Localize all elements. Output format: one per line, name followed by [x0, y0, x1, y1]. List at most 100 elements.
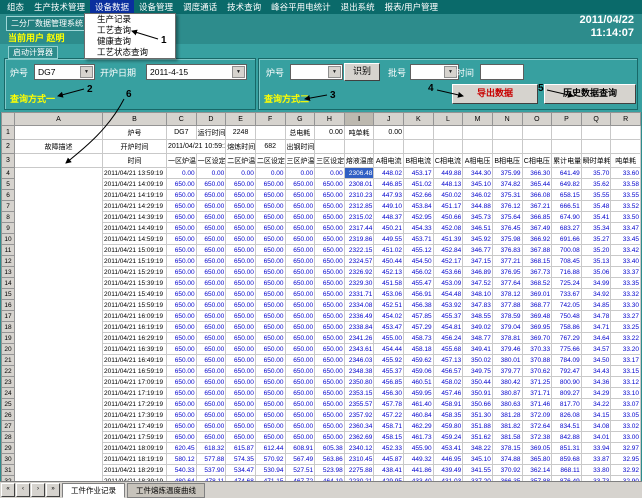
fault-desc-cell[interactable] — [15, 399, 103, 410]
data-cell[interactable]: 459.80 — [433, 421, 463, 432]
data-cell[interactable]: 351.30 — [463, 410, 493, 421]
fault-desc-cell[interactable] — [15, 366, 103, 377]
header-cell[interactable] — [255, 126, 285, 140]
data-cell[interactable]: 33.94 — [581, 443, 611, 454]
data-cell[interactable]: 380.42 — [492, 377, 522, 388]
data-cell[interactable]: 33.02 — [611, 421, 641, 432]
row-number[interactable]: 18 — [2, 322, 15, 333]
data-cell[interactable]: 455.12 — [404, 245, 434, 256]
data-cell[interactable]: 650.00 — [196, 322, 226, 333]
data-cell[interactable]: 370.33 — [522, 344, 552, 355]
data-cell[interactable]: 33.87 — [581, 454, 611, 465]
data-cell[interactable]: 33.52 — [611, 201, 641, 212]
dropdown-item-process-query[interactable]: 工艺查询 — [85, 25, 175, 36]
data-cell[interactable]: 620.45 — [167, 443, 197, 454]
row-number[interactable]: 9 — [2, 223, 15, 234]
data-cell[interactable]: 461.40 — [404, 399, 434, 410]
data-cell[interactable]: 451.17 — [433, 201, 463, 212]
data-cell[interactable]: 454.48 — [433, 289, 463, 300]
header-cell[interactable]: 二区炉温 — [226, 154, 256, 168]
data-cell[interactable]: 650.00 — [196, 245, 226, 256]
header-cell[interactable]: 2248 — [226, 126, 256, 140]
data-cell[interactable]: 650.00 — [315, 223, 345, 234]
data-cell[interactable]: 650.00 — [285, 245, 315, 256]
data-cell[interactable]: 33.42 — [611, 245, 641, 256]
data-cell[interactable]: 453.47 — [374, 322, 404, 333]
data-cell[interactable]: 456.38 — [404, 300, 434, 311]
data-cell[interactable]: 650.00 — [196, 388, 226, 399]
row-number[interactable]: 26 — [2, 410, 15, 421]
data-cell[interactable]: 650.00 — [255, 399, 285, 410]
data-cell[interactable]: 35.13 — [581, 256, 611, 267]
data-cell[interactable]: 650.00 — [285, 355, 315, 366]
data-cell[interactable]: 458.02 — [433, 377, 463, 388]
data-cell[interactable]: 2336.49 — [344, 311, 374, 322]
data-cell[interactable]: 34.29 — [581, 388, 611, 399]
data-cell[interactable]: 2331.71 — [344, 289, 374, 300]
header-cell[interactable]: 时间 — [103, 154, 167, 168]
data-cell[interactable]: 456.91 — [404, 289, 434, 300]
data-cell[interactable]: 456.57 — [433, 366, 463, 377]
data-cell[interactable]: 574.35 — [226, 454, 256, 465]
furnace-select[interactable]: DG7 — [34, 64, 95, 80]
time-cell[interactable]: 2011/04/21 14:29:19 — [103, 201, 167, 212]
data-cell[interactable]: 2360.34 — [344, 421, 374, 432]
data-cell[interactable]: 369.05 — [522, 443, 552, 454]
header-cell[interactable]: 瞬时单耗 — [581, 154, 611, 168]
data-cell[interactable]: 455.37 — [374, 366, 404, 377]
data-cell[interactable]: 2312.85 — [344, 201, 374, 212]
data-cell[interactable]: 530.94 — [255, 465, 285, 476]
data-cell[interactable]: 650.00 — [285, 201, 315, 212]
data-cell[interactable]: 33.80 — [581, 465, 611, 476]
data-cell[interactable]: 34.36 — [581, 377, 611, 388]
header-cell[interactable] — [522, 126, 552, 140]
data-cell[interactable]: 458.35 — [433, 410, 463, 421]
header-cell[interactable] — [492, 140, 522, 154]
data-cell[interactable]: 35.34 — [581, 223, 611, 234]
time-cell[interactable]: 2011/04/21 15:39:19 — [103, 278, 167, 289]
data-cell[interactable]: 567.49 — [285, 454, 315, 465]
header-cell[interactable]: 故障描述 — [15, 140, 103, 154]
data-cell[interactable]: 650.00 — [255, 212, 285, 223]
data-cell[interactable]: 34.15 — [581, 410, 611, 421]
data-cell[interactable]: 34.08 — [581, 421, 611, 432]
data-cell[interactable]: 650.00 — [255, 179, 285, 190]
time-cell[interactable]: 2011/04/21 17:49:19 — [103, 421, 167, 432]
row-number[interactable]: 16 — [2, 300, 15, 311]
header-cell[interactable]: DG7 — [167, 126, 197, 140]
dropdown-item-production-record[interactable]: 生产记录 — [85, 14, 175, 25]
data-cell[interactable]: 605.38 — [315, 443, 345, 454]
header-cell[interactable]: 二区设定 — [255, 154, 285, 168]
data-cell[interactable]: 350.91 — [463, 388, 493, 399]
fault-desc-cell[interactable] — [15, 454, 103, 465]
data-cell[interactable]: 650.00 — [255, 432, 285, 443]
data-cell[interactable]: 650.00 — [196, 278, 226, 289]
data-cell[interactable]: 350.66 — [463, 399, 493, 410]
data-cell[interactable]: 348.22 — [463, 443, 493, 454]
data-cell[interactable]: 650.00 — [196, 355, 226, 366]
data-cell[interactable]: 346.02 — [463, 190, 493, 201]
data-cell[interactable]: 367.49 — [522, 223, 552, 234]
data-cell[interactable]: 650.00 — [226, 223, 256, 234]
menu-item-production-tech[interactable]: 生产技术管理 — [29, 0, 90, 14]
header-cell[interactable] — [15, 154, 103, 168]
data-cell[interactable]: 750.48 — [552, 311, 582, 322]
data-cell[interactable]: 372.09 — [522, 410, 552, 421]
data-cell[interactable]: 2310.45 — [344, 454, 374, 465]
data-cell[interactable]: 447.93 — [374, 190, 404, 201]
header-cell[interactable] — [581, 140, 611, 154]
data-cell[interactable]: 650.00 — [196, 410, 226, 421]
data-cell[interactable]: 377.21 — [492, 256, 522, 267]
data-cell[interactable]: 650.00 — [167, 190, 197, 201]
header-cell[interactable]: 总电耗 — [285, 126, 315, 140]
data-cell[interactable]: 650.00 — [315, 234, 345, 245]
row-number[interactable]: 30 — [2, 454, 15, 465]
export-data-button[interactable]: 导出数据 — [452, 84, 538, 104]
data-cell[interactable]: 453.84 — [404, 201, 434, 212]
header-cell[interactable] — [374, 140, 404, 154]
data-cell[interactable]: 650.00 — [167, 421, 197, 432]
data-cell[interactable]: 650.00 — [167, 344, 197, 355]
time-cell[interactable]: 2011/04/21 17:19:19 — [103, 388, 167, 399]
data-cell[interactable]: 370.88 — [522, 355, 552, 366]
data-cell[interactable]: 33.58 — [611, 179, 641, 190]
